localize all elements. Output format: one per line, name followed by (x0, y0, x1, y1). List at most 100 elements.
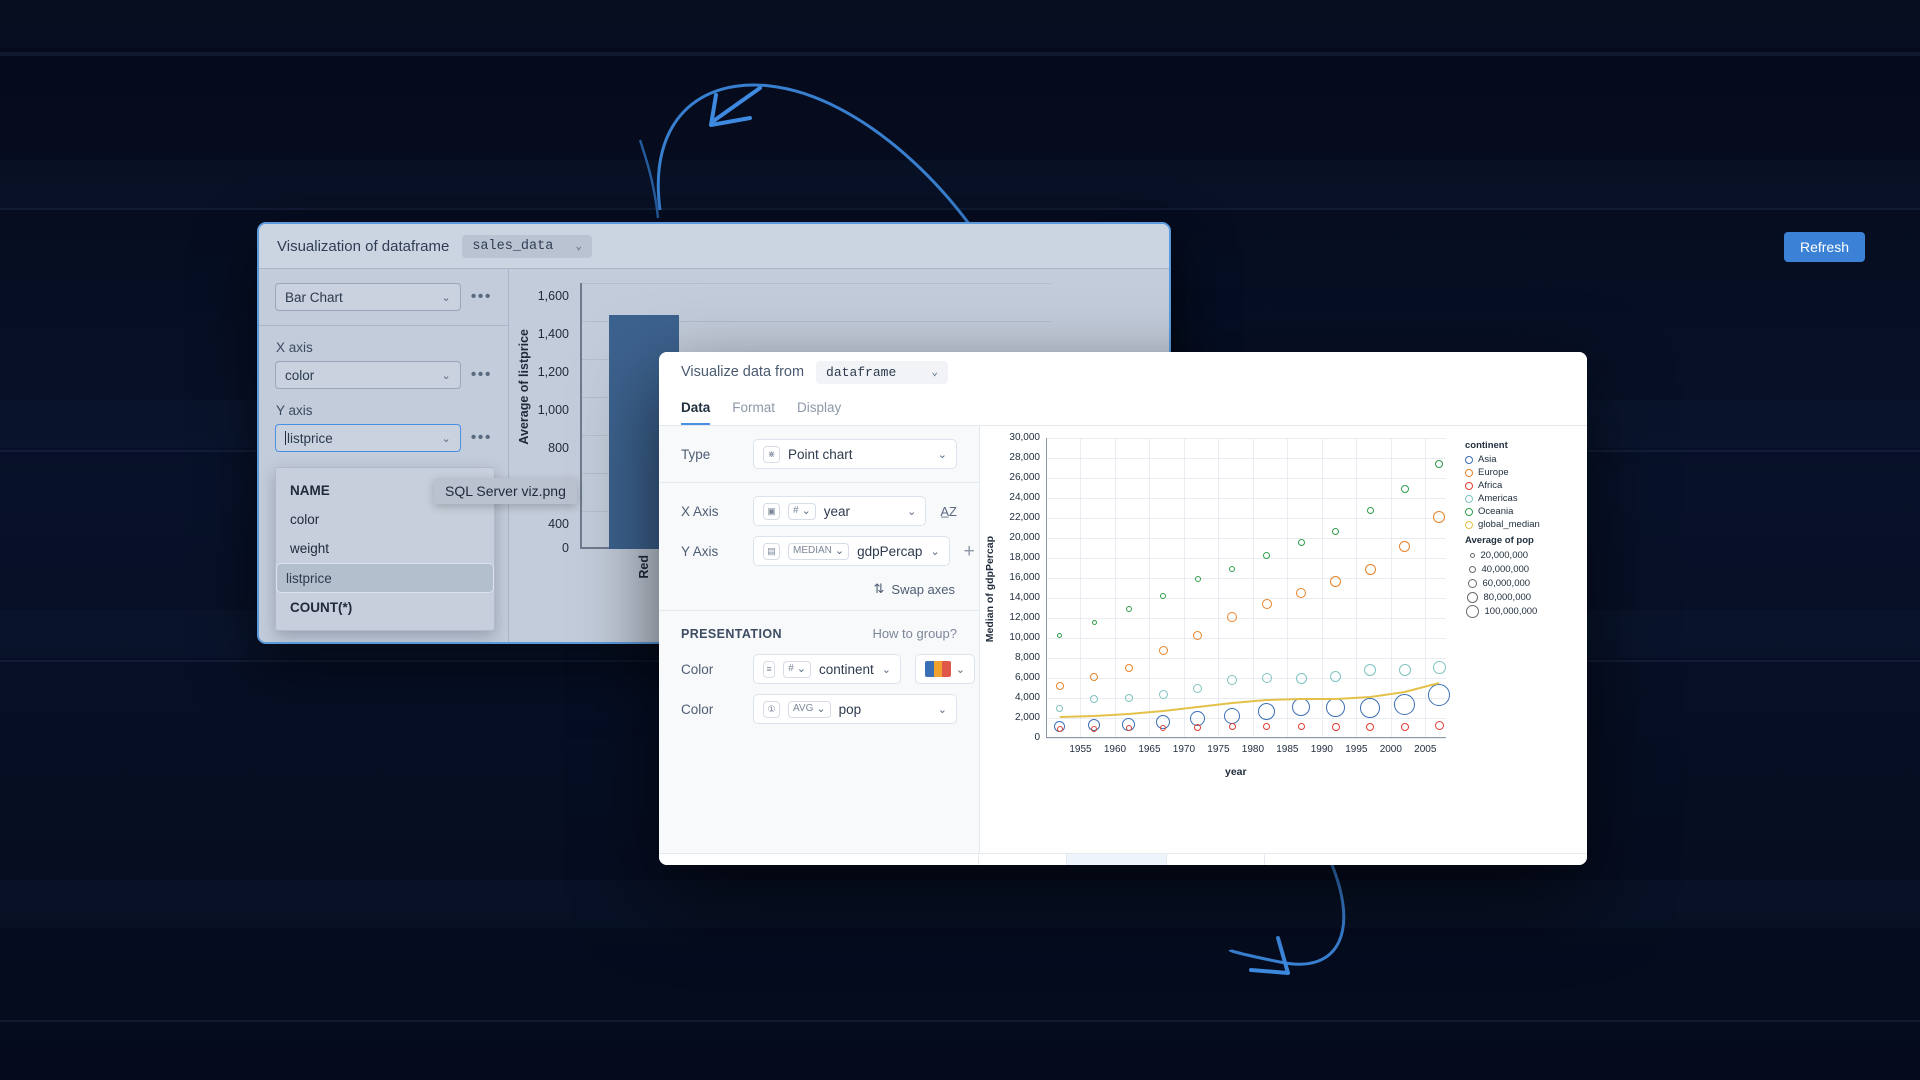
dropdown-item-listprice[interactable]: listprice (276, 563, 494, 593)
global-median-line (1059, 682, 1440, 718)
x-axis-select[interactable]: ▣ # ⌄ year ⌄ (753, 496, 927, 526)
bar-ytick-1200: 1,200 (537, 365, 569, 379)
swap-axes-label: Swap axes (891, 581, 955, 597)
y-axis-agg-chip[interactable]: MEDIAN ⌄ (788, 542, 850, 560)
legend-marker-icon (1465, 507, 1473, 516)
visualize-data-modal[interactable]: Visualize data from dataframe ⌄ Data For… (659, 352, 1587, 865)
color-agg-chip-2[interactable]: AVG ⌄ (788, 700, 831, 718)
size-legend-label: 80,000,000 (1483, 591, 1532, 603)
chevron-down-icon: ⌄ (937, 448, 947, 461)
color-pop-select[interactable]: ① AVG ⌄ pop ⌄ (753, 694, 957, 724)
window1-header: Visualization of dataframe sales_data ⌄ (259, 224, 1169, 269)
size-legend-marker-icon (1466, 591, 1478, 603)
presentation-header: PRESENTATION How to group? (659, 611, 979, 649)
chart-type-more-button[interactable]: ••• (471, 288, 492, 306)
y-axis-select[interactable]: ▤ MEDIAN ⌄ gdpPercap ⌄ (753, 536, 950, 566)
legend-label: Africa (1478, 480, 1503, 491)
tab-format[interactable]: Format (732, 392, 775, 425)
y-axis-more-button[interactable]: ••• (471, 429, 492, 447)
legend-marker-icon (1465, 468, 1473, 477)
add-layer-button[interactable]: + (1263, 854, 1304, 865)
x-axis-more-button[interactable]: ••• (471, 366, 492, 384)
legend-label: global_median (1478, 519, 1540, 530)
chevron-down-icon: ⌄ (575, 241, 582, 253)
scatter-plot-area (1046, 438, 1451, 739)
presentation-title: PRESENTATION (681, 626, 782, 641)
legend-label: Oceania (1478, 506, 1514, 517)
legend-item-americas[interactable]: Americas (1465, 492, 1573, 505)
sort-az-icon[interactable]: A̲Z (940, 504, 957, 519)
add-y-axis-button[interactable]: + (964, 542, 975, 561)
refresh-button[interactable]: Refresh (1783, 232, 1865, 262)
x-axis-select[interactable]: color ⌄ (275, 361, 461, 389)
chevron-down-icon: ⌄ (441, 432, 451, 445)
color-label-1: Color (681, 661, 714, 677)
y-axis-row: listprice ⌄ ••• (275, 424, 492, 452)
chevron-down-icon: ⌄ (881, 663, 891, 676)
color-continent-row: Color ≡ # ⌄ continent ⌄ ⌄ (659, 649, 979, 689)
tab-display[interactable]: Display (797, 392, 841, 425)
window1-controls: Bar Chart ⌄ ••• X axis color ⌄ ••• Y axi… (259, 269, 509, 642)
legend-label: Europe (1478, 467, 1509, 478)
bar-xlabel-red: Red (637, 555, 651, 579)
chevron-down-icon: ⌄ (441, 369, 451, 382)
layer-point[interactable]: ⋇ Point ••• (1065, 854, 1167, 865)
chevron-down-icon: ⌄ (907, 505, 917, 518)
color-continent-select[interactable]: ≡ # ⌄ continent ⌄ (753, 654, 901, 684)
ytick-18000: 18,000 (1009, 552, 1040, 563)
size-legend-marker-icon (1469, 552, 1475, 558)
tab-data[interactable]: Data (681, 392, 710, 425)
type-select[interactable]: ⋇ Point chart ⌄ (753, 439, 957, 469)
size-legend-title: Average of pop (1465, 535, 1534, 546)
legend-marker-icon (1465, 455, 1473, 464)
chart-type-select[interactable]: Bar Chart ⌄ (275, 283, 461, 311)
color-agg-2: AVG (793, 703, 814, 714)
bar-ytick-1000: 1,000 (537, 403, 569, 417)
ytick-12000: 12,000 (1009, 612, 1040, 623)
y-axis-row: Y Axis ▤ MEDIAN ⌄ gdpPercap ⌄ + (659, 531, 979, 579)
dataframe-selector[interactable]: sales_data ⌄ (462, 234, 592, 258)
bar-ytick-1600: 1,600 (537, 289, 569, 303)
ytick-30000: 30,000 (1009, 432, 1040, 443)
type-value: Point chart (788, 446, 853, 462)
legend-item-global_median[interactable]: global_median (1465, 518, 1573, 531)
scatter-xlabel: year (1225, 766, 1247, 778)
x-axis-row: X Axis ▣ # ⌄ year ⌄ A̲Z (659, 483, 979, 531)
x-axis-agg: # (793, 505, 799, 516)
legend-item-europe[interactable]: Europe (1465, 466, 1573, 479)
y-axis-label: Y axis (276, 403, 313, 418)
swap-axes-button[interactable]: ⇅ Swap axes (659, 579, 979, 610)
size-legend-marker-icon (1467, 578, 1477, 588)
dropdown-item-weight[interactable]: weight (276, 534, 494, 563)
chart-legend: continent Asia Europe Africa Americas Oceani… (1465, 438, 1573, 618)
point-chart-icon: ⋇ (763, 445, 780, 463)
dataframe-name: sales_data (472, 238, 554, 254)
ytick-0: 0 (1034, 732, 1040, 743)
size-legend-label: 60,000,000 (1482, 577, 1531, 589)
swap-icon: ⇅ (873, 581, 885, 596)
color-palette-select[interactable]: ⌄ (915, 654, 975, 684)
legend-marker-icon (1465, 494, 1473, 503)
layer-line[interactable]: 〽 Line ••• (1166, 854, 1264, 865)
size-legend-label: 100,000,000 (1484, 605, 1538, 617)
legend-item-asia[interactable]: Asia (1465, 453, 1573, 466)
hide-sidebar-button[interactable]: ‹ Hide sidebar (659, 854, 979, 865)
dropdown-item-color[interactable]: color (276, 505, 494, 534)
legend-label: Americas (1478, 493, 1518, 504)
size-legend-item-0: 20,000,000 (1465, 548, 1573, 562)
modal-footer: ‹ Hide sidebar LAYERS ⋇ Point ••• 〽 Line… (659, 853, 1587, 865)
divider (259, 325, 508, 326)
x-axis-label: X axis (276, 340, 313, 355)
color-agg-chip-1[interactable]: # ⌄ (783, 660, 811, 678)
dropdown-item-count[interactable]: COUNT(*) (276, 593, 494, 622)
y-axis-input[interactable]: listprice ⌄ (275, 424, 461, 452)
size-legend-marker-icon (1468, 565, 1476, 573)
legend-item-africa[interactable]: Africa (1465, 479, 1573, 492)
how-to-group-link[interactable]: How to group? (872, 626, 957, 641)
modal-dataframe-selector[interactable]: dataframe ⌄ (816, 360, 949, 384)
file-name-tooltip: SQL Server viz.png (434, 478, 577, 504)
modal-tabs[interactable]: Data Format Display (659, 392, 1587, 426)
legend-item-oceania[interactable]: Oceania (1465, 505, 1573, 518)
x-axis-agg-chip[interactable]: # ⌄ (788, 502, 816, 520)
ytick-16000: 16,000 (1009, 572, 1040, 583)
